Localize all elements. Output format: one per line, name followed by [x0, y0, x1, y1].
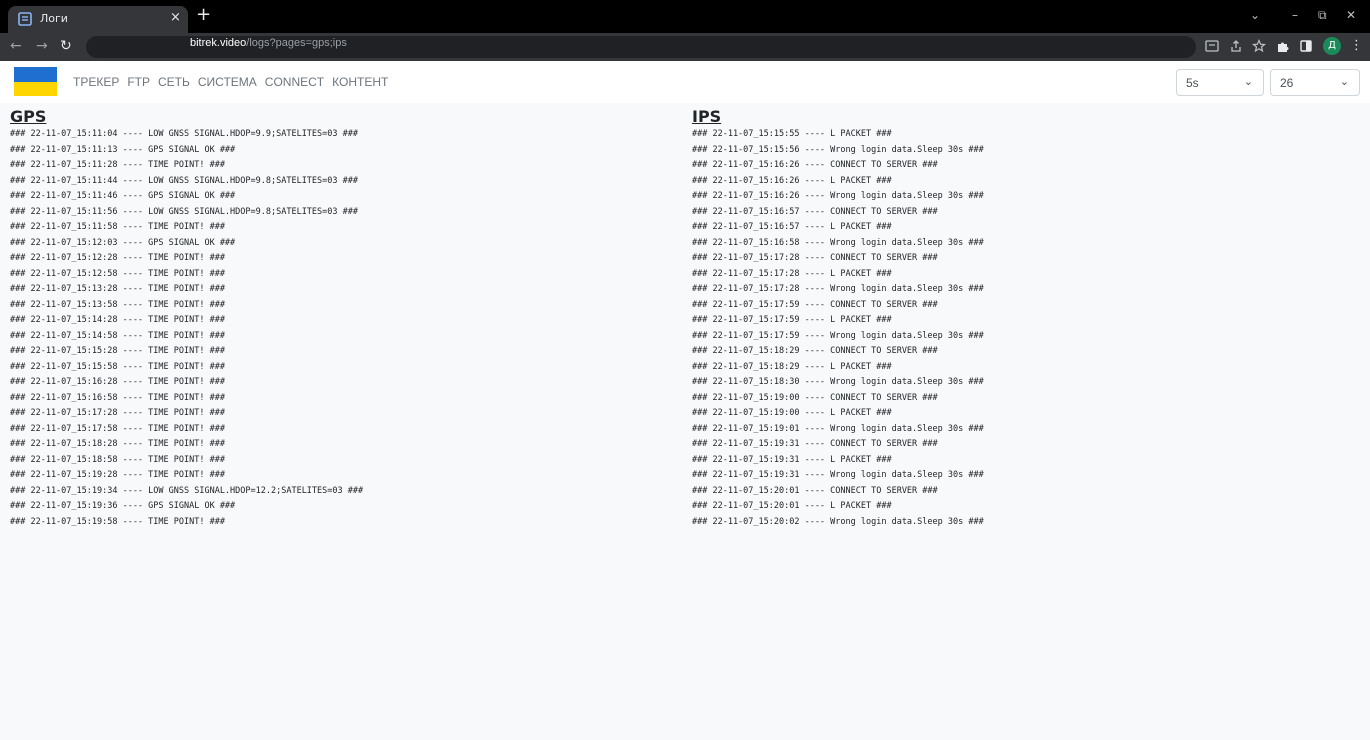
log-line: ### 22-11-07_15:19:31 ---- L PACKET ### — [692, 454, 892, 465]
menu-item-content[interactable]: КОНТЕНТ — [332, 75, 388, 89]
menu-item-tracker[interactable]: ТРЕКЕР — [73, 75, 119, 89]
reload-icon[interactable]: ↻ — [60, 38, 72, 54]
browser-toolbar: ← → ↻ bitrek.video/logs?pages=gps;ips Д … — [0, 33, 1370, 61]
ips-log: ### 22-11-07_15:15:55 ---- L PACKET ### #… — [692, 127, 1362, 530]
log-line: ### 22-11-07_15:14:28 ---- TIME POINT! #… — [10, 315, 225, 325]
log-line: ### 22-11-07_15:16:26 ---- CONNECT TO SE… — [692, 160, 938, 170]
log-line: ### 22-11-07_15:11:58 ---- TIME POINT! #… — [10, 222, 225, 232]
browser-tab[interactable]: Логи × — [8, 6, 188, 33]
gps-log-panel: GPS ### 22-11-07_15:11:04 ---- LOW GNSS … — [10, 107, 680, 530]
log-line: ### 22-11-07_15:19:00 ---- CONNECT TO SE… — [692, 392, 938, 403]
gps-title: GPS — [10, 107, 47, 126]
log-line: ### 22-11-07_15:20:01 ---- L PACKET ### — [692, 501, 892, 511]
site-navbar: ТРЕКЕР FTP СЕТЬ СИСТЕМА CONNECT КОНТЕНТ … — [0, 61, 1370, 103]
log-line: ### 22-11-07_15:18:29 ---- CONNECT TO SE… — [692, 346, 938, 356]
log-line: ### 22-11-07_15:16:28 ---- TIME POINT! #… — [10, 377, 225, 387]
ips-log-panel: IPS ### 22-11-07_15:15:55 ---- L PACKET … — [692, 107, 1362, 530]
log-line: ### 22-11-07_15:11:56 ---- LOW GNSS SIGN… — [10, 206, 358, 217]
extensions-icon[interactable] — [1276, 39, 1290, 53]
menu-item-ftp[interactable]: FTP — [127, 75, 150, 89]
refresh-interval-select[interactable]: 5s ⌄ — [1176, 69, 1264, 96]
log-line: ### 22-11-07_15:11:46 ---- GPS SIGNAL OK… — [10, 191, 236, 201]
log-line: ### 22-11-07_15:17:28 ---- TIME POINT! #… — [10, 408, 225, 418]
log-line: ### 22-11-07_15:16:58 ---- TIME POINT! #… — [10, 392, 225, 403]
log-line: ### 22-11-07_15:19:58 ---- TIME POINT! #… — [10, 516, 225, 527]
menu-item-system[interactable]: СИСТЕМА — [198, 75, 257, 89]
log-line: ### 22-11-07_15:15:56 ---- Wrong login d… — [692, 144, 984, 155]
log-line: ### 22-11-07_15:17:58 ---- TIME POINT! #… — [10, 423, 225, 434]
share-icon[interactable] — [1229, 39, 1243, 53]
log-line: ### 22-11-07_15:18:30 ---- Wrong login d… — [692, 377, 984, 387]
url-text[interactable]: bitrek.video/logs?pages=gps;ips — [190, 37, 347, 49]
log-line: ### 22-11-07_15:11:04 ---- LOW GNSS SIGN… — [10, 129, 358, 139]
log-line: ### 22-11-07_15:19:34 ---- LOW GNSS SIGN… — [10, 485, 364, 496]
log-line: ### 22-11-07_15:12:28 ---- TIME POINT! #… — [10, 253, 225, 263]
log-line: ### 22-11-07_15:17:28 ---- L PACKET ### — [692, 268, 892, 279]
log-line: ### 22-11-07_15:15:55 ---- L PACKET ### — [692, 129, 892, 139]
line-count-value: 26 — [1280, 76, 1294, 90]
translate-icon[interactable] — [1205, 39, 1219, 53]
log-line: ### 22-11-07_15:17:59 ---- CONNECT TO SE… — [692, 299, 938, 310]
log-line: ### 22-11-07_15:18:58 ---- TIME POINT! #… — [10, 454, 225, 465]
log-line: ### 22-11-07_15:16:57 ---- CONNECT TO SE… — [692, 206, 938, 217]
log-line: ### 22-11-07_15:17:28 ---- Wrong login d… — [692, 284, 984, 294]
forward-arrow-icon[interactable]: → — [36, 38, 48, 54]
log-line: ### 22-11-07_15:19:31 ---- Wrong login d… — [692, 470, 984, 480]
log-line: ### 22-11-07_15:16:57 ---- L PACKET ### — [692, 222, 892, 232]
minimize-icon[interactable]: – — [1292, 8, 1298, 22]
gps-log: ### 22-11-07_15:11:04 ---- LOW GNSS SIGN… — [10, 127, 680, 530]
log-line: ### 22-11-07_15:20:01 ---- CONNECT TO SE… — [692, 485, 938, 496]
bookmark-star-icon[interactable] — [1252, 39, 1266, 53]
log-line: ### 22-11-07_15:16:58 ---- Wrong login d… — [692, 237, 984, 248]
log-line: ### 22-11-07_15:12:03 ---- GPS SIGNAL OK… — [10, 237, 236, 248]
log-line: ### 22-11-07_15:19:01 ---- Wrong login d… — [692, 423, 984, 434]
ips-title: IPS — [692, 107, 722, 126]
flag-blue-stripe — [14, 67, 57, 82]
log-line: ### 22-11-07_15:13:28 ---- TIME POINT! #… — [10, 284, 225, 294]
restore-icon[interactable]: ⧉ — [1318, 8, 1327, 23]
log-line: ### 22-11-07_15:15:28 ---- TIME POINT! #… — [10, 346, 225, 356]
log-line: ### 22-11-07_15:13:58 ---- TIME POINT! #… — [10, 299, 225, 310]
log-line: ### 22-11-07_15:17:28 ---- CONNECT TO SE… — [692, 253, 938, 263]
side-panel-icon[interactable] — [1299, 39, 1313, 53]
tab-title: Логи — [40, 12, 68, 25]
log-line: ### 22-11-07_15:19:28 ---- TIME POINT! #… — [10, 470, 225, 480]
browser-titlebar: Логи × + ⌄ – ⧉ ✕ — [0, 0, 1370, 33]
log-line: ### 22-11-07_15:20:02 ---- Wrong login d… — [692, 516, 984, 527]
chevron-down-icon: ⌄ — [1339, 75, 1349, 88]
log-line: ### 22-11-07_15:16:26 ---- L PACKET ### — [692, 175, 892, 186]
document-icon — [18, 12, 32, 26]
back-arrow-icon[interactable]: ← — [10, 38, 22, 54]
log-line: ### 22-11-07_15:12:58 ---- TIME POINT! #… — [10, 268, 225, 279]
line-count-select[interactable]: 26 ⌄ — [1270, 69, 1360, 96]
browser-menu-icon[interactable]: ⋮ — [1350, 38, 1363, 53]
main-menu: ТРЕКЕР FTP СЕТЬ СИСТЕМА CONNECT КОНТЕНТ — [73, 75, 388, 89]
log-line: ### 22-11-07_15:19:31 ---- CONNECT TO SE… — [692, 439, 938, 449]
ukraine-flag-logo[interactable] — [14, 67, 57, 96]
new-tab-button[interactable]: + — [196, 6, 211, 24]
log-line: ### 22-11-07_15:19:00 ---- L PACKET ### — [692, 408, 892, 418]
log-line: ### 22-11-07_15:19:36 ---- GPS SIGNAL OK… — [10, 501, 236, 511]
tab-search-icon[interactable]: ⌄ — [1250, 8, 1260, 22]
log-line: ### 22-11-07_15:17:59 ---- L PACKET ### — [692, 315, 892, 325]
log-line: ### 22-11-07_15:14:58 ---- TIME POINT! #… — [10, 330, 225, 341]
chevron-down-icon: ⌄ — [1243, 75, 1253, 88]
log-line: ### 22-11-07_15:16:26 ---- Wrong login d… — [692, 191, 984, 201]
log-line: ### 22-11-07_15:15:58 ---- TIME POINT! #… — [10, 361, 225, 372]
menu-item-connect[interactable]: CONNECT — [265, 75, 324, 89]
log-line: ### 22-11-07_15:11:13 ---- GPS SIGNAL OK… — [10, 144, 236, 155]
refresh-interval-value: 5s — [1186, 76, 1199, 90]
menu-item-network[interactable]: СЕТЬ — [158, 75, 190, 89]
log-line: ### 22-11-07_15:18:28 ---- TIME POINT! #… — [10, 439, 225, 449]
flag-yellow-stripe — [14, 81, 57, 96]
page: ТРЕКЕР FTP СЕТЬ СИСТЕМА CONNECT КОНТЕНТ … — [0, 61, 1370, 740]
close-window-icon[interactable]: ✕ — [1346, 8, 1356, 22]
profile-avatar[interactable]: Д — [1323, 37, 1341, 55]
log-line: ### 22-11-07_15:18:29 ---- L PACKET ### — [692, 361, 892, 372]
log-line: ### 22-11-07_15:17:59 ---- Wrong login d… — [692, 330, 984, 341]
log-line: ### 22-11-07_15:11:28 ---- TIME POINT! #… — [10, 160, 225, 170]
tab-close-icon[interactable]: × — [170, 10, 181, 25]
log-line: ### 22-11-07_15:11:44 ---- LOW GNSS SIGN… — [10, 175, 358, 186]
